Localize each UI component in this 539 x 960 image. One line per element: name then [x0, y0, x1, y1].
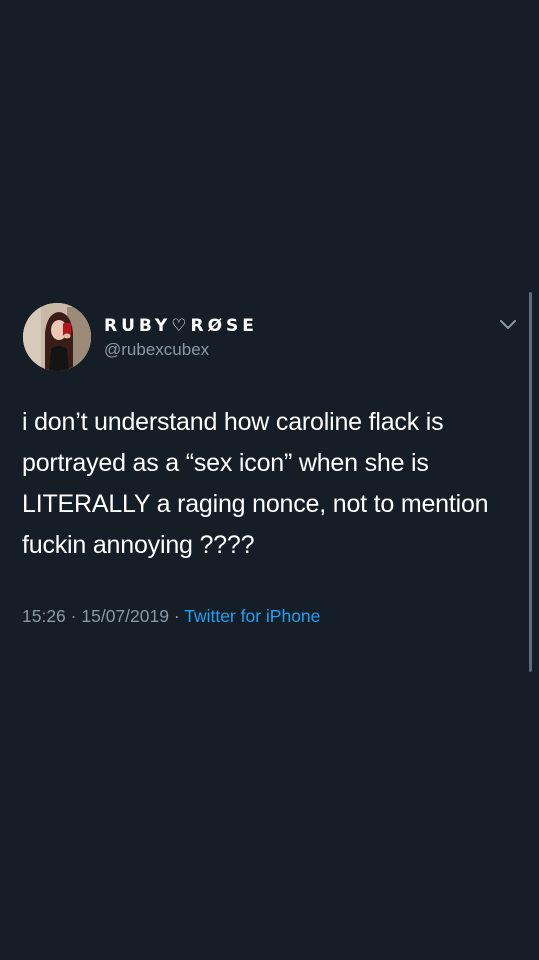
chevron-down-icon[interactable]: [498, 318, 518, 332]
scrollbar[interactable]: [529, 292, 532, 672]
tweet-metadata: 15:26 · 15/07/2019 · Twitter for iPhone: [22, 604, 522, 628]
display-name: RUBY♡RØSE: [104, 316, 258, 336]
meta-separator: ·: [173, 606, 180, 626]
tweet-time: 15:26: [22, 606, 66, 626]
tweet-detail-screen: RUBY♡RØSE @rubexcubex i don’t understand…: [0, 0, 539, 960]
tweet-author[interactable]: RUBY♡RØSE @rubexcubex: [104, 315, 258, 361]
tweet-header: RUBY♡RØSE @rubexcubex: [22, 300, 522, 374]
tweet-text: i don’t understand how caroline flack is…: [22, 408, 489, 559]
tweet-date: 15/07/2019: [81, 606, 169, 626]
meta-separator: ·: [70, 606, 77, 626]
avatar[interactable]: [23, 303, 91, 371]
profile-photo: [23, 303, 91, 371]
tweet: RUBY♡RØSE @rubexcubex i don’t understand…: [22, 300, 522, 628]
tweet-source-link[interactable]: Twitter for iPhone: [184, 606, 320, 626]
user-handle: @rubexcubex: [104, 340, 210, 359]
